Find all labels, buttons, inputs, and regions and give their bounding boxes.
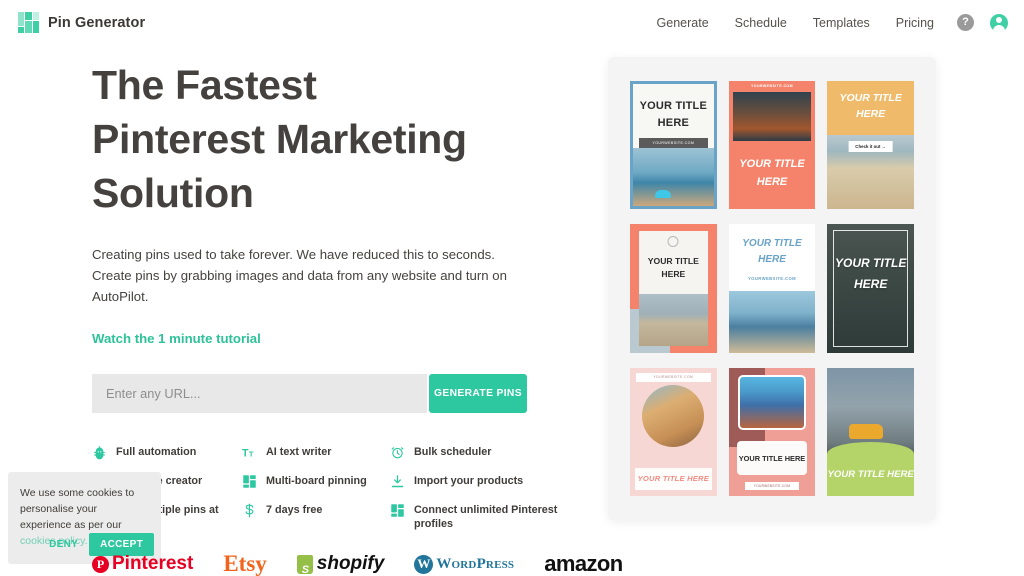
- pinterest-logo-text: Pinterest: [112, 553, 194, 574]
- pin-url-label: YOURWEBSITE.COM: [636, 372, 711, 382]
- pin-url-label: YOURWEBSITE.COM: [639, 138, 708, 148]
- pin-card[interactable]: YOUR TITLE HERE YOURWEBSITE.COM: [630, 81, 717, 210]
- feature-item: Import your products: [390, 474, 562, 489]
- feature-label: 7 days free: [266, 504, 323, 516]
- pin-grid: YOUR TITLE HERE YOURWEBSITE.COM YOURWEBS…: [630, 81, 914, 496]
- landing-page: Pin Generator Generate Schedule Template…: [0, 0, 1024, 576]
- page-title: The Fastest Pinterest Marketing Solution: [92, 58, 562, 220]
- headline-line-3: Solution: [92, 170, 254, 216]
- watch-tutorial-link[interactable]: Watch the 1 minute tutorial: [92, 331, 261, 346]
- feature-item: TT AI text writer: [242, 445, 390, 460]
- pin-generator-logo-icon: [18, 12, 39, 33]
- pin-url-label: YOURWEBSITE.COM: [750, 84, 794, 88]
- pin-title: YOUR TITLE HERE: [739, 158, 805, 189]
- pin-cta-label: Check it out →: [848, 141, 894, 153]
- svg-text:T: T: [249, 449, 254, 458]
- pin-inner-card: YOUR TITLE HERE: [639, 231, 708, 346]
- dollar-icon: [242, 503, 257, 518]
- feature-label: Multi-board pinning: [266, 475, 367, 487]
- partner-logos: P Pinterest Etsy shopify W WordPress ama…: [92, 542, 623, 576]
- pin-title-box: YOUR TITLE HERE: [736, 440, 808, 476]
- pin-title: YOUR TITLE HERE: [637, 474, 709, 484]
- pin-card[interactable]: YOUR TITLE HERE YOURWEBSITE.COM: [728, 224, 816, 353]
- site-header: Pin Generator Generate Schedule Template…: [0, 0, 1024, 45]
- wordpress-icon: W: [414, 554, 434, 574]
- pin-card[interactable]: YOUR TITLE HERE YOURWEBSITE.COM: [728, 367, 816, 496]
- pin-photo: [642, 384, 705, 447]
- feature-label: AI text writer: [266, 446, 332, 458]
- pin-photo: [849, 424, 884, 440]
- cookie-deny-button[interactable]: DENY: [43, 535, 84, 554]
- pin-title: YOUR TITLE HERE: [834, 255, 907, 291]
- pin-title: YOUR TITLE HERE: [742, 238, 802, 266]
- pin-photo: [633, 147, 714, 207]
- pinterest-icon: P: [92, 555, 109, 573]
- main-navigation: Generate Schedule Templates Pricing ?: [644, 0, 1008, 45]
- cookie-text-body: We use some cookies to personalise your …: [20, 487, 135, 531]
- wordpress-logo-text: WordPress: [436, 556, 515, 572]
- account-avatar-icon[interactable]: [990, 13, 1008, 32]
- headline-line-1: The Fastest: [92, 62, 317, 108]
- help-button[interactable]: ?: [957, 14, 974, 31]
- pin-title: YOUR TITLE HERE: [738, 453, 806, 463]
- pin-card[interactable]: YOUR TITLE HERE: [827, 224, 914, 353]
- feature-item: Bulk scheduler: [390, 445, 562, 460]
- nav-item-templates[interactable]: Templates: [800, 16, 883, 30]
- pin-preview-panel: YOUR TITLE HERE YOURWEBSITE.COM YOURWEBS…: [608, 57, 936, 520]
- feature-item: Multi-board pinning: [242, 474, 390, 489]
- pin-photo: [732, 92, 812, 141]
- nav-item-pricing[interactable]: Pricing: [883, 16, 947, 30]
- feature-item: Connect unlimited Pinterest profiles: [390, 503, 562, 531]
- pin-url-label: YOURWEBSITE.COM: [747, 276, 797, 282]
- brand-name: Pin Generator: [48, 14, 146, 31]
- pin-card[interactable]: YOURWEBSITE.COM YOUR TITLE HERE: [630, 367, 717, 496]
- pin-photo: [737, 374, 807, 430]
- feature-label: Full automation: [116, 446, 197, 458]
- pin-title: YOUR TITLE HERE: [839, 92, 902, 120]
- feature-item: Full automation: [92, 445, 242, 460]
- brand-logo[interactable]: Pin Generator: [18, 12, 145, 33]
- feature-label: Import your products: [414, 475, 524, 487]
- pinterest-logo: P Pinterest: [92, 552, 193, 576]
- wordpress-logo: W WordPress: [414, 552, 514, 576]
- url-form: GENERATE PINS: [92, 374, 562, 413]
- shopify-bag-icon: [296, 554, 313, 576]
- feature-label: Bulk scheduler: [414, 446, 492, 458]
- svg-text:T: T: [242, 447, 249, 459]
- grid-icon: [242, 474, 257, 489]
- pin-card[interactable]: YOURWEBSITE.COM YOUR TITLE HERE: [728, 81, 816, 210]
- pin-title-box: YOUR TITLE HERE: [635, 467, 712, 490]
- download-icon: [390, 474, 405, 489]
- help-icon: ?: [957, 14, 974, 31]
- pin-title: YOUR TITLE HERE: [827, 468, 914, 480]
- text-writer-icon: TT: [242, 445, 257, 460]
- url-input[interactable]: [92, 374, 427, 413]
- generate-pins-button[interactable]: GENERATE PINS: [429, 374, 527, 413]
- pin-title: YOUR TITLE HERE: [647, 256, 699, 280]
- pin-badge-icon: [667, 236, 679, 248]
- pin-card[interactable]: YOUR TITLE HERE: [827, 367, 914, 496]
- pin-title: YOUR TITLE HERE: [639, 100, 708, 129]
- headline-line-2: Pinterest Marketing: [92, 116, 467, 162]
- nav-item-schedule[interactable]: Schedule: [722, 16, 800, 30]
- pin-photo: [728, 291, 816, 353]
- robot-icon: [92, 445, 107, 460]
- amazon-logo: amazon: [544, 551, 623, 576]
- pin-photo: [639, 294, 708, 346]
- pin-card[interactable]: YOUR TITLE HERE: [630, 224, 717, 353]
- etsy-logo: Etsy: [223, 551, 267, 576]
- hero-section: The Fastest Pinterest Marketing Solution…: [92, 58, 562, 531]
- feature-item: 7 days free: [242, 503, 390, 531]
- pin-url-label: YOURWEBSITE.COM: [744, 481, 800, 490]
- feature-list: Full automation TT AI text writer Bulk s…: [92, 445, 562, 531]
- nav-item-generate[interactable]: Generate: [644, 16, 722, 30]
- hero-subtitle: Creating pins used to take forever. We h…: [92, 247, 507, 304]
- grid-icon: [390, 503, 405, 518]
- pin-card[interactable]: YOUR TITLE HERE Check it out →: [827, 81, 914, 210]
- shopify-logo-text: shopify: [316, 553, 385, 574]
- clock-icon: [390, 445, 405, 460]
- feature-label: Connect unlimited Pinterest profiles: [414, 504, 558, 530]
- shopify-logo: shopify: [296, 552, 385, 576]
